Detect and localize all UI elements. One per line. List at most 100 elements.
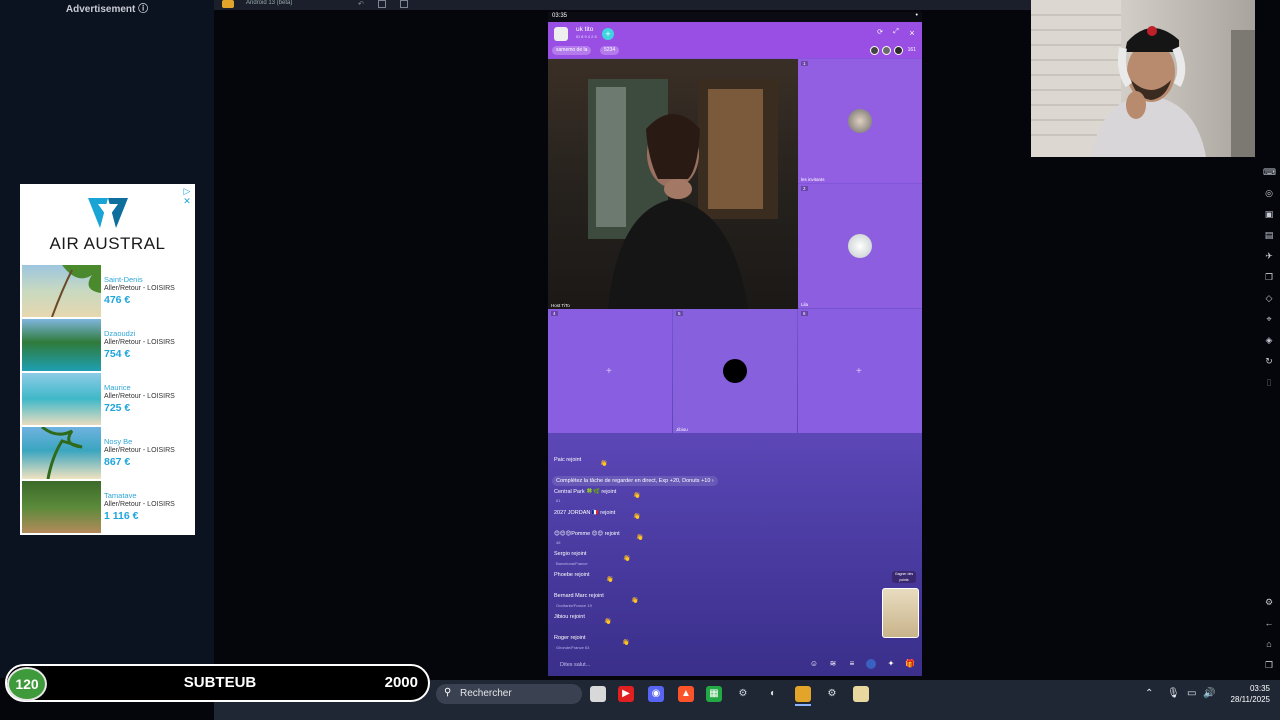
guest-avatar[interactable] <box>723 359 747 383</box>
volume-icon[interactable]: 🔊 <box>1203 688 1215 699</box>
rotate-icon[interactable]: ↻ <box>1263 355 1275 367</box>
guest-seat[interactable]: 2 Lila <box>798 184 922 308</box>
media-app-icon[interactable] <box>853 686 869 702</box>
taskbar-time[interactable]: 03:35 <box>1226 684 1270 693</box>
ad-offer-row[interactable]: Maurice Aller/Retour - LOISIRS 725 € <box>22 373 193 425</box>
task-banner[interactable]: Complétez la tâche de regarder en direct… <box>552 476 718 486</box>
emulator-app-icon[interactable] <box>795 686 811 702</box>
room-name: uk tito <box>576 26 594 33</box>
settings-icon[interactable]: ⚙ <box>1263 596 1275 608</box>
wave-icon[interactable]: 👋 <box>636 534 643 541</box>
viewer-avatar[interactable] <box>894 46 903 55</box>
location-icon[interactable]: ⌖ <box>1263 313 1275 325</box>
wave-icon[interactable]: 👋 <box>622 639 629 646</box>
ad-offer-row[interactable]: Saint-Denis Aller/Retour - LOISIRS 476 € <box>22 265 193 318</box>
voice-icon[interactable]: ≋ <box>828 659 838 669</box>
wave-icon[interactable]: 👋 <box>600 460 607 467</box>
chat-badge: Gironde/France 63 <box>556 645 590 650</box>
ad-banner[interactable]: ▷ ✕ AIR AUSTRAL Saint-Denis Aller/Retour… <box>20 184 195 535</box>
seat-number: 5 <box>676 311 683 316</box>
wave-icon[interactable]: 👋 <box>633 513 640 520</box>
offer-desc: Aller/Retour - LOISIRS <box>104 285 175 292</box>
host-avatar[interactable] <box>554 27 568 41</box>
seat-number: 2 <box>801 186 808 191</box>
seat-number: 6 <box>801 311 808 316</box>
empty-seat[interactable]: 4 + <box>548 309 672 433</box>
search-input[interactable]: Rechercher <box>460 688 512 699</box>
chat-message: Roger rejoint <box>554 635 586 641</box>
home-icon[interactable] <box>378 0 386 8</box>
screenshot-icon[interactable]: ◎ <box>1263 187 1275 199</box>
party-icon[interactable]: ✦ <box>886 659 896 669</box>
wave-icon[interactable]: 👋 <box>606 576 613 583</box>
points-badge[interactable]: Gagner des points <box>892 571 916 583</box>
taskbar-search[interactable]: ⚲ Rechercher <box>436 684 582 704</box>
search-icon: ⚲ <box>444 687 452 698</box>
add-seat-icon[interactable]: + <box>606 366 612 377</box>
gift-promo-card[interactable] <box>882 588 919 638</box>
add-seat-icon[interactable]: + <box>856 366 862 377</box>
taskbar-date[interactable]: 28/11/2025 <box>1216 695 1270 704</box>
task-view-icon[interactable] <box>590 686 606 702</box>
wave-icon[interactable]: 👋 <box>631 597 638 604</box>
emoji-icon[interactable]: ☺ <box>809 659 819 669</box>
game-icon[interactable] <box>866 659 876 669</box>
game-launcher-icon[interactable]: ◐ <box>765 686 781 702</box>
wave-icon[interactable]: 👋 <box>604 618 611 625</box>
erase-icon[interactable]: ◇ <box>1263 292 1275 304</box>
video-app-icon[interactable]: ▶ <box>618 686 634 702</box>
layers-icon[interactable]: ◈ <box>1263 334 1275 346</box>
chat-message: Jibiou rejoint <box>554 614 585 620</box>
steam-icon[interactable]: ⚙ <box>735 686 751 702</box>
minimize-icon[interactable]: ⤢ <box>890 28 902 36</box>
guest-seat[interactable]: 5 Jibiou <box>673 309 797 433</box>
seat-number: 1 <box>801 61 808 66</box>
spreadsheet-icon[interactable]: ▦ <box>706 686 722 702</box>
emulator-sidebar: ⌨ ◎ ▣ ▤ ✈ ❐ ◇ ⌖ ◈ ↻ ▯ ⚙ ← ⌂ ❐ <box>1258 160 1280 680</box>
offer-price: 754 € <box>104 348 131 360</box>
ad-offer-row[interactable]: Tamatave Aller/Retour - LOISIRS 1 116 € <box>22 481 193 533</box>
menu-icon[interactable]: ≡ <box>847 659 857 669</box>
viewer-avatar[interactable] <box>870 46 879 55</box>
files-icon[interactable]: ❐ <box>1263 271 1275 283</box>
seat-number: 4 <box>551 311 558 316</box>
airplane-icon[interactable]: ✈ <box>1263 250 1275 262</box>
refresh-icon[interactable]: ⟳ <box>874 28 886 36</box>
viewer-count[interactable]: 161 <box>908 47 916 53</box>
gift-icon[interactable]: 🎁 <box>905 659 915 669</box>
room-points-chip[interactable]: 5234 <box>600 46 620 55</box>
microphone-icon[interactable]: 🎙 <box>1167 688 1180 699</box>
wave-icon[interactable]: 👋 <box>623 555 630 562</box>
network-icon[interactable]: ▭ <box>1187 688 1196 699</box>
chat-input[interactable]: Dites salut... <box>560 662 590 668</box>
tray-expand-icon[interactable]: ⌃ <box>1145 688 1153 699</box>
brave-browser-icon[interactable]: ▲ <box>678 686 694 702</box>
folder-icon[interactable]: ▤ <box>1263 229 1275 241</box>
follow-button[interactable]: + <box>602 28 614 40</box>
recent-apps-icon[interactable]: ❐ <box>1263 659 1275 671</box>
home-icon[interactable]: ⌂ <box>1263 638 1275 650</box>
room-tag-chip[interactable]: samemo de la <box>552 46 592 55</box>
discord-icon[interactable]: ◉ <box>648 686 664 702</box>
empty-seat[interactable]: 6 + <box>798 309 922 433</box>
ad-offer-row[interactable]: Nosy Be Aller/Retour - LOISIRS 867 € <box>22 425 193 480</box>
back-icon[interactable]: ← <box>1263 617 1275 629</box>
back-icon[interactable]: ↶ <box>358 0 366 8</box>
record-icon[interactable]: ▣ <box>1263 208 1275 220</box>
emulator-title-bar <box>214 0 1034 10</box>
keyboard-icon[interactable]: ⌨ <box>1263 166 1276 178</box>
wave-icon[interactable]: 👋 <box>633 492 640 499</box>
close-icon[interactable]: × <box>906 28 918 38</box>
offer-image <box>22 265 101 318</box>
guest-avatar[interactable] <box>848 109 872 133</box>
settings-app-icon[interactable]: ⚙ <box>824 686 840 702</box>
window-icon[interactable] <box>400 0 408 8</box>
guest-avatar[interactable] <box>848 234 872 258</box>
host-video[interactable]: Host TiTo <box>548 59 798 309</box>
viewer-avatar[interactable] <box>882 46 891 55</box>
ad-brand-name: AIR AUSTRAL <box>49 234 166 253</box>
ad-offer-row[interactable]: Dzaoudzi Aller/Retour - LOISIRS 754 € <box>22 319 193 371</box>
host-label: Host TiTo <box>551 303 570 308</box>
guest-seat[interactable]: 1 les invitants <box>798 59 922 183</box>
chat-badge: 46 <box>556 540 561 545</box>
